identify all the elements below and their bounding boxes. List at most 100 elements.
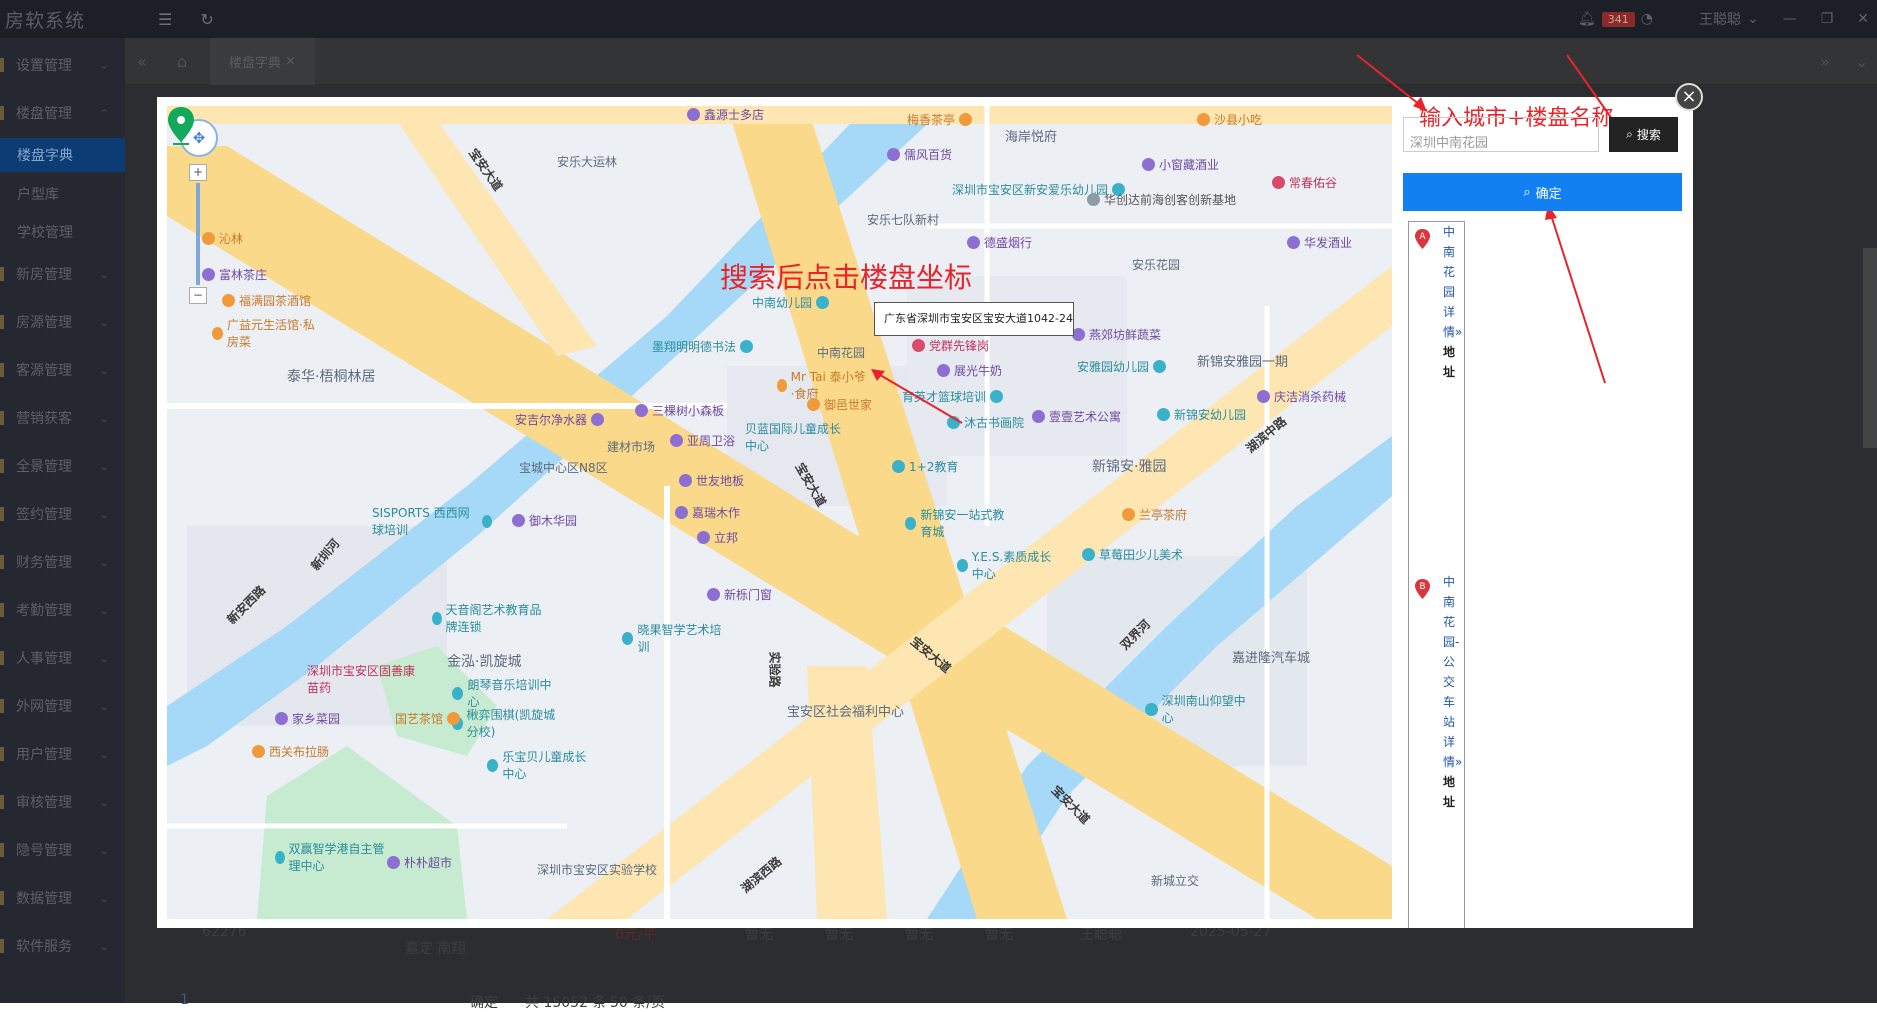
page-size-select[interactable]: 50 条/页 [610, 992, 665, 1012]
map-poi[interactable]: 广益元生活馆·私房菜 [212, 316, 322, 350]
dashboard-icon[interactable]: ◔ [1641, 11, 1653, 27]
map-poi[interactable]: Y.E.S.素质成长中心 [957, 548, 1057, 582]
annotation-arrow [871, 369, 963, 424]
menu-toggle-icon[interactable]: ☰ [158, 10, 172, 29]
map-poi[interactable]: 双赢智学港自主管理中心 [275, 840, 385, 874]
map-poi[interactable]: 沁林 [202, 230, 243, 247]
map-poi[interactable]: 富林茶庄 [202, 266, 267, 283]
minimize-icon[interactable]: — [1783, 11, 1797, 27]
map-poi[interactable]: 常春佑谷 [1272, 174, 1337, 191]
map-poi[interactable]: 安吉尔净水器 [515, 411, 605, 428]
map-poi[interactable]: 党群先锋岗 [912, 337, 989, 354]
sidebar-item-schools[interactable]: 学校管理 [0, 215, 125, 249]
map-poi[interactable]: 梅香茶亭 [907, 111, 973, 128]
bell-icon[interactable]: 🔔︎ [1578, 11, 1596, 27]
sidebar-item-marketing[interactable]: 营销获客 ⌄ [0, 401, 125, 435]
location-marker-icon[interactable] [167, 106, 195, 146]
sidebar-item-contracts[interactable]: 签约管理 ⌄ [0, 497, 125, 531]
sidebar-item-clients[interactable]: 客源管理 ⌄ [0, 353, 125, 387]
sidebar-item-panorama[interactable]: 全景管理 ⌄ [0, 449, 125, 483]
sidebar-item-software[interactable]: 软件服务 ⌄ [0, 929, 125, 963]
search-button[interactable]: ⌕ 搜索 [1609, 117, 1678, 152]
tabs-menu-icon[interactable]: ⌄ [1855, 52, 1868, 71]
sidebar-item-finance[interactable]: 财务管理 ⌄ [0, 545, 125, 579]
map-poi[interactable]: 儒风百货 [887, 146, 952, 163]
sidebar-item-settings[interactable]: 设置管理 ⌄ [0, 48, 125, 82]
map-poi[interactable]: 华创达前海创客创新基地 [1087, 191, 1236, 208]
zoom-in-button[interactable]: + [189, 164, 207, 181]
page-current[interactable]: 1 [180, 992, 189, 1008]
tab-building-dictionary[interactable]: 楼盘字典 × [210, 38, 315, 85]
tabs-next-icon[interactable]: » [1820, 52, 1830, 71]
chevron-down-icon[interactable]: ⌄ [1747, 11, 1759, 27]
tab-close-icon[interactable]: × [285, 54, 296, 69]
map-poi[interactable]: 新栎门窗 [707, 586, 772, 603]
map-view[interactable]: 安乐大运林 安乐七队新村 安乐花园 泰华·梧桐林居 建材市场 宝城中心区N8区 … [167, 106, 1392, 919]
map-poi[interactable]: 沙县小吃 [1197, 111, 1262, 128]
map-poi[interactable]: 安雅园幼儿园 [1077, 358, 1167, 375]
map-poi[interactable]: 深圳南山仰望中心 [1145, 692, 1255, 726]
user-name[interactable]: 王聪聪 [1699, 9, 1741, 29]
map-poi[interactable]: 福满园茶酒馆 [222, 292, 311, 309]
map-poi[interactable]: 1+2教育 [892, 458, 958, 475]
sidebar-item-users[interactable]: 用户管理 ⌄ [0, 737, 125, 771]
confirm-button[interactable]: ⌕ 确定 [1403, 173, 1682, 211]
map-poi[interactable]: SISPORTS 西西网球培训 [372, 504, 492, 538]
tabs-prev-icon[interactable]: « [137, 52, 147, 71]
sidebar-item-new-homes[interactable]: 新房管理 ⌄ [0, 257, 125, 291]
map-poi[interactable]: 楸弈围棋(凯旋城分校) [452, 706, 562, 740]
map-poi[interactable]: 晓果智学艺术培训 [622, 621, 722, 655]
home-icon[interactable]: ⌂ [177, 52, 187, 71]
map-poi[interactable]: 庆洁消杀药械 [1257, 388, 1346, 405]
map-poi[interactable]: 国艺茶馆 [395, 710, 461, 727]
map-poi[interactable]: 三棵树小森板 [635, 402, 724, 419]
map-poi[interactable]: 燕郊坊鲜蔬菜 [1072, 326, 1161, 343]
sidebar-item-review[interactable]: 审核管理 ⌄ [0, 785, 125, 819]
sidebar-item-external[interactable]: 外网管理 ⌄ [0, 689, 125, 723]
page-confirm[interactable]: 确定 [470, 992, 498, 1012]
result-detail-link[interactable]: 详情» [1443, 305, 1462, 339]
sidebar-item-listings[interactable]: 房源管理 ⌄ [0, 305, 125, 339]
map-poi[interactable]: 天音阁艺术教育品牌连锁 [432, 601, 542, 635]
modal-close-button[interactable]: × [1675, 83, 1703, 111]
sidebar-item-attendance[interactable]: 考勤管理 ⌄ [0, 593, 125, 627]
map-poi[interactable]: 深圳市宝安区固善康苗药 [307, 662, 417, 696]
map-poi[interactable]: 朗琴音乐培训中心 [452, 676, 552, 710]
map-poi[interactable]: 德盛烟行 [967, 234, 1032, 251]
map-poi[interactable]: 华发酒业 [1287, 234, 1352, 251]
map-poi[interactable]: 御邑世家 [807, 396, 872, 413]
map-poi[interactable]: 家乡菜园 [275, 710, 340, 727]
map-poi[interactable]: 兰亭茶府 [1122, 506, 1187, 523]
map-poi[interactable]: 小窗藏酒业 [1142, 156, 1219, 173]
map-poi[interactable]: 贝蓝国际儿童成长中心 [745, 420, 845, 454]
map-poi[interactable]: 新锦安幼儿园 [1157, 406, 1246, 423]
sidebar-item-buildings[interactable]: 楼盘管理 ⌃ [0, 96, 125, 130]
map-poi[interactable]: 草莓田少儿美术 [1082, 546, 1202, 563]
map-poi[interactable]: 朴朴超市 [387, 854, 452, 871]
map-poi[interactable]: 中南幼儿园 [752, 294, 830, 311]
sidebar-item-floor-plans[interactable]: 户型库 [0, 177, 125, 211]
map-poi[interactable]: 御木华园 [512, 512, 577, 529]
refresh-icon[interactable]: ↻ [200, 10, 213, 29]
map-poi[interactable]: 墨翔明明德书法 [652, 338, 754, 355]
map-poi[interactable]: 西关布拉肠 [252, 743, 329, 760]
map-poi[interactable]: 世友地板 [679, 472, 744, 489]
page-scrollbar[interactable] [1863, 248, 1877, 448]
map-poi[interactable]: 鑫源士多店 [687, 106, 764, 123]
map-poi[interactable]: 立邦 [697, 529, 738, 546]
search-input[interactable]: 深圳中南花园 [1403, 117, 1599, 152]
zoom-slider[interactable] [196, 183, 200, 285]
map-poi[interactable]: 壹壹艺术公寓 [1032, 408, 1121, 425]
map-poi[interactable]: 亚周卫浴 [670, 432, 735, 449]
sidebar-item-building-dictionary[interactable]: 楼盘字典 [0, 138, 125, 172]
map-poi[interactable]: 乐宝贝儿童成长中心 [487, 748, 597, 782]
zoom-out-button[interactable]: − [189, 287, 207, 304]
map-poi[interactable]: 嘉瑞木作 [675, 504, 740, 521]
sidebar-item-hidden-numbers[interactable]: 隐号管理 ⌄ [0, 833, 125, 867]
sidebar-item-hr[interactable]: 人事管理 ⌄ [0, 641, 125, 675]
restore-icon[interactable]: ❐ [1821, 11, 1834, 27]
close-window-icon[interactable]: ✕ [1857, 11, 1869, 27]
sidebar-item-data[interactable]: 数据管理 ⌄ [0, 881, 125, 915]
result-detail-link[interactable]: 详情» [1443, 735, 1462, 769]
map-poi[interactable]: 新锦安一站式教育城 [905, 506, 1015, 540]
